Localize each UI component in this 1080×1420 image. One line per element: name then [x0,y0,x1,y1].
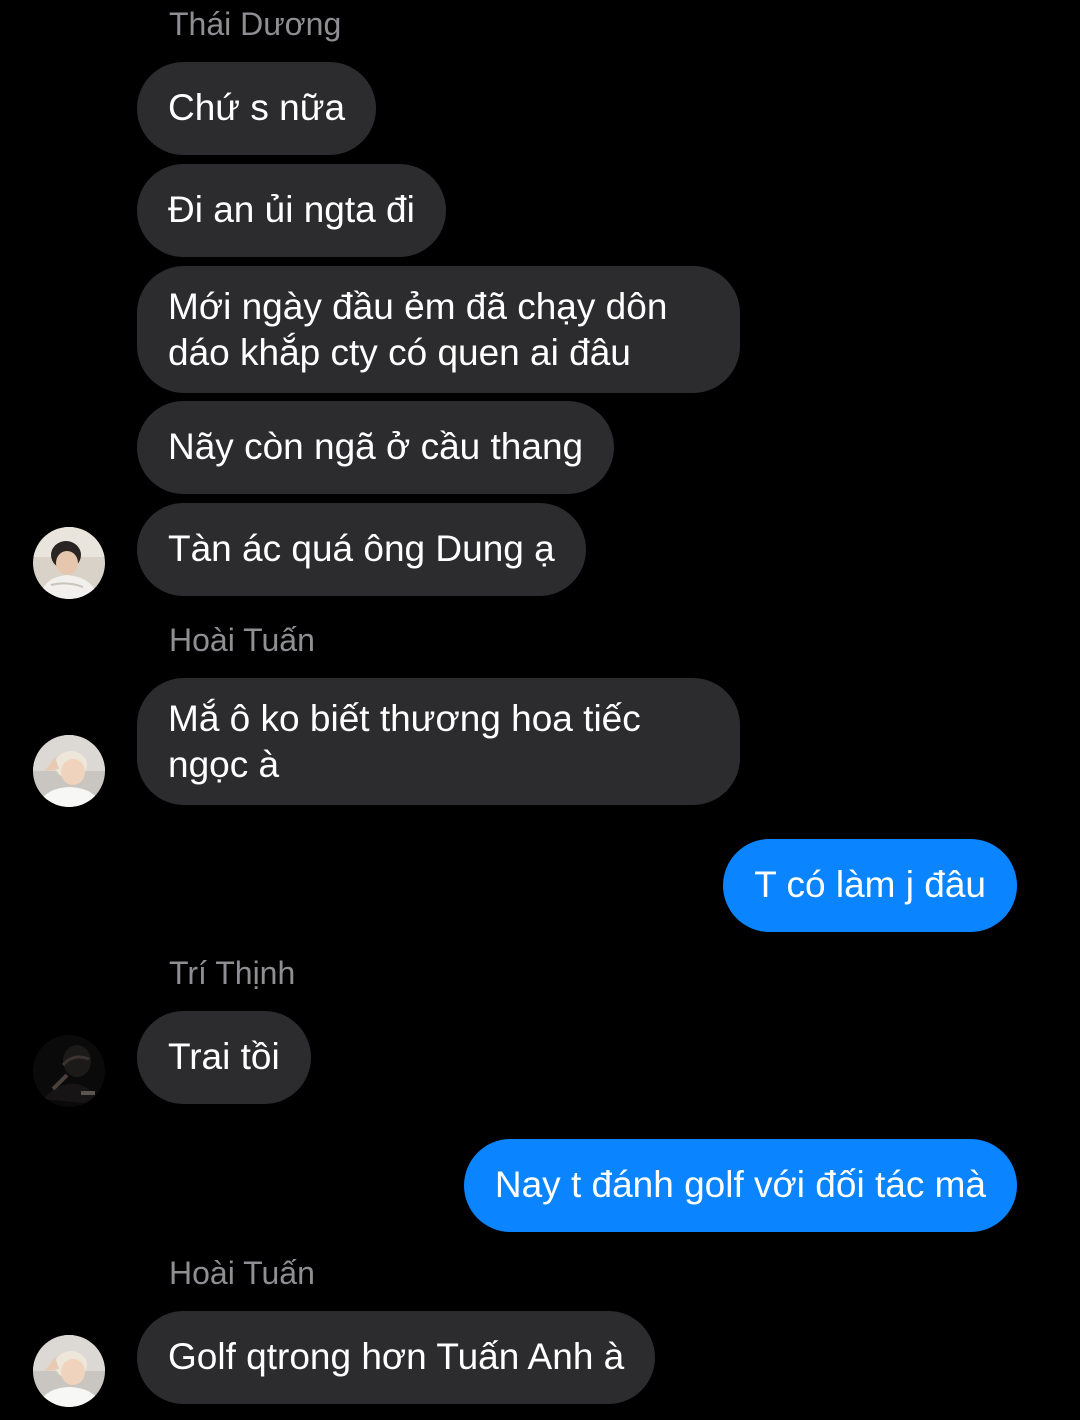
avatar[interactable] [33,735,105,807]
avatar[interactable] [33,1335,105,1407]
message-text: Mắ ô ko biết thương hoa tiếc [168,698,641,739]
message-text: ngọc à [168,744,280,785]
message-bubble-incoming[interactable]: Tàn ác quá ông Dung ạ [137,503,586,596]
message-bubble-incoming[interactable]: Trai tồi [137,1011,311,1104]
sender-name: Thái Dương [169,6,342,42]
person-photo-icon [33,1335,105,1407]
message-bubble-outgoing[interactable]: T có làm j đâu [723,839,1017,932]
message-text: dáo khắp cty có quen ai đâu [168,332,631,373]
avatar[interactable] [33,1035,105,1107]
message-bubble-incoming[interactable]: Đi an ủi ngta đi [137,164,446,257]
message-text: Trai tồi [168,1036,280,1077]
sender-name: Hoài Tuấn [169,1255,315,1291]
message-bubble-incoming[interactable]: Mắ ô ko biết thương hoa tiếc ngọc à [137,678,740,805]
message-text: Nay t đánh golf với đối tác mà [494,1164,986,1205]
message-bubble-incoming[interactable]: Golf qtrong hơn Tuấn Anh à [137,1311,656,1404]
message-text: Đi an ủi ngta đi [168,189,415,230]
message-text: Chứ s nữa [168,87,346,128]
person-photo-icon [33,1035,105,1107]
person-photo-icon [33,527,105,599]
message-text: Nãy còn ngã ở cầu thang [168,426,584,467]
message-bubble-outgoing[interactable]: Nay t đánh golf với đối tác mà [463,1139,1017,1232]
message-bubble-incoming[interactable]: Chứ s nữa [137,62,377,155]
message-text: Tàn ác quá ông Dung ạ [168,528,555,569]
sender-name: Trí Thịnh [169,955,296,991]
message-text: Mới ngày đầu ẻm đã chạy dôn [168,286,668,327]
message-text: Golf qtrong hơn Tuấn Anh à [168,1336,625,1377]
person-photo-icon [33,735,105,807]
message-bubble-incoming[interactable]: Mới ngày đầu ẻm đã chạy dôn dáo khắp cty… [137,266,740,393]
sender-name: Hoài Tuấn [169,622,315,658]
message-bubble-incoming[interactable]: Nãy còn ngã ở cầu thang [137,401,615,494]
avatar[interactable] [33,527,105,599]
message-text: T có làm j đâu [754,864,986,905]
